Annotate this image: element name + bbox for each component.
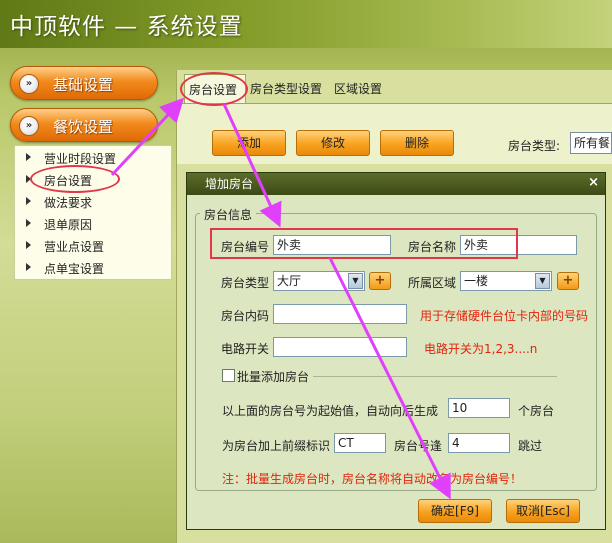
arrow-tab-to-fields: [222, 103, 282, 228]
annotation-arrows: [110, 97, 451, 500]
arrow-subnav-to-tab: [110, 97, 185, 177]
arrow-fields-to-ok: [328, 257, 451, 500]
